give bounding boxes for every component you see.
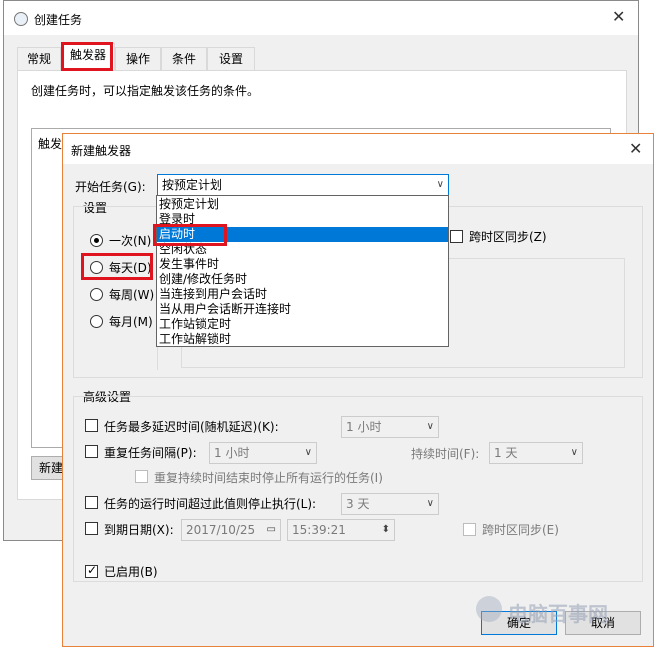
start-task-label: 开始任务(G): [75,180,146,194]
repeat-checkbox[interactable] [85,445,98,458]
tab-actions[interactable]: 操作 [115,47,161,71]
close-icon[interactable]: ✕ [612,7,625,26]
stop-if-checkbox[interactable] [85,496,98,509]
chevron-down-icon: ∨ [570,447,578,458]
delay-checkbox[interactable] [85,419,98,432]
enabled-label: 已启用(B) [104,565,158,579]
list-header-trigger: 触发 [38,137,63,151]
chevron-down-icon: ∨ [426,498,434,509]
radio-once-label: 一次(N) [109,234,152,248]
clock-icon [14,12,28,26]
check-icon: ✓ [87,563,98,577]
option-on-create-modify[interactable]: 创建/修改任务时 [157,272,448,287]
dialog-title-bar [63,134,653,164]
stop-if-select[interactable]: 3 天 ∨ [341,493,439,515]
enabled-checkbox[interactable]: ✓ [85,563,98,578]
start-task-select[interactable]: 按预定计划 ∨ [157,174,449,196]
start-task-dropdown-list: 按预定计划 登录时 启动时 空闲状态 发生事件时 创建/修改任务时 当连接到用户… [156,195,449,347]
radio-monthly-label: 每月(M) [109,315,153,329]
window-title: 创建任务 [34,13,83,27]
expire-time-spinner[interactable]: 15:39:21 ⬍ [287,519,395,541]
expire-sync-label: 跨时区同步(E) [482,523,559,537]
title-bar [4,1,638,35]
annotation-box-at-startup [153,224,227,246]
option-on-session-connect[interactable]: 当连接到用户会话时 [157,287,448,302]
stop-all-label: 重复持续时间结束时停止所有运行的任务(I) [154,471,383,485]
radio-once[interactable] [90,234,103,247]
duration-select[interactable]: 1 天 ∨ [489,442,583,464]
option-on-workstation-lock[interactable]: 工作站锁定时 [157,317,448,332]
delay-select[interactable]: 1 小时 ∨ [341,416,439,438]
chevron-down-icon: ∨ [304,447,312,458]
dialog-title: 新建触发器 [71,144,132,158]
tab-conditions[interactable]: 条件 [161,47,207,71]
spinner-icon: ⬍ [381,524,390,535]
calendar-icon: ▭ [266,524,276,535]
chevron-down-icon: ∨ [426,421,434,432]
option-on-session-disconnect[interactable]: 当从用户会话断开连接时 [157,302,448,317]
option-on-workstation-unlock[interactable]: 工作站解锁时 [157,332,448,347]
repeat-label: 重复任务间隔(P): [104,446,197,460]
expire-sync-checkbox[interactable] [463,523,476,536]
stop-all-checkbox[interactable] [135,470,148,483]
chevron-down-icon: ∨ [436,179,444,190]
repeat-select[interactable]: 1 小时 ∨ [209,442,317,464]
expire-checkbox[interactable] [85,522,98,535]
sync-tz-checkbox[interactable] [450,230,463,243]
radio-weekly[interactable] [90,288,103,301]
expire-label: 到期日期(X): [104,523,174,537]
radio-monthly[interactable] [90,315,103,328]
expire-date-picker[interactable]: 2017/10/25 ▭ [181,519,281,541]
annotation-box-daily [81,253,153,280]
option-on-schedule[interactable]: 按预定计划 [157,197,448,212]
watermark-text: 电脑百事网 [508,602,608,626]
delay-label: 任务最多延迟时间(随机延迟)(K): [104,420,279,434]
annotation-box-triggers-tab [61,42,113,71]
tab-general[interactable]: 常规 [17,47,61,71]
tab-settings[interactable]: 设置 [207,47,255,71]
stop-if-label: 任务的运行时间超过此值则停止执行(L): [104,497,317,511]
option-on-event[interactable]: 发生事件时 [157,257,448,272]
radio-weekly-label: 每周(W) [109,288,155,302]
watermark-logo [476,596,502,622]
dialog-close-icon[interactable]: ✕ [629,139,642,158]
duration-label: 持续时间(F): [411,447,480,461]
sync-tz-label: 跨时区同步(Z) [469,230,547,244]
tab-description: 创建任务时，可以指定触发该任务的条件。 [31,84,260,98]
